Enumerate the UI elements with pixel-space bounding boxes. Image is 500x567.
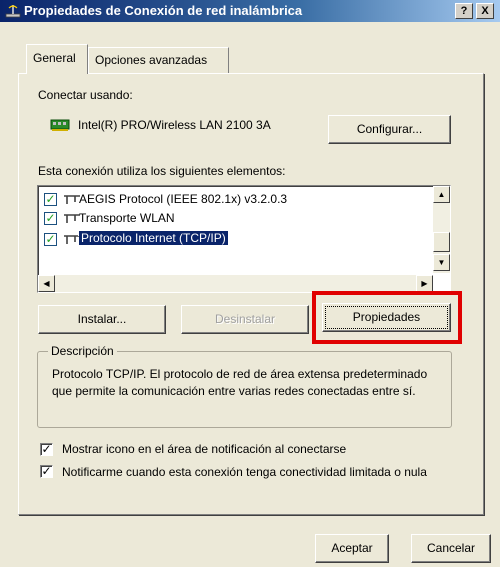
highlight-box xyxy=(312,291,462,344)
close-button[interactable]: X xyxy=(476,3,494,19)
check-icon[interactable]: ✓ xyxy=(44,233,57,246)
description-legend: Descripción xyxy=(48,344,117,358)
list-item-label: Transporte WLAN xyxy=(79,211,175,225)
vertical-scrollbar[interactable]: ▲ ▼ xyxy=(433,186,450,273)
connect-using-label: Conectar usando: xyxy=(38,88,133,102)
cancel-button[interactable]: Cancelar xyxy=(411,534,491,563)
window-title: Propiedades de Conexión de red inalámbri… xyxy=(24,3,303,18)
network-connection-icon xyxy=(5,5,21,18)
components-label: Esta conexión utiliza los siguientes ele… xyxy=(38,164,286,178)
list-item-selected[interactable]: ✓ Protocolo Internet (TCP/IP) xyxy=(42,230,422,248)
scroll-left-icon[interactable]: ◀ xyxy=(38,275,55,292)
scroll-right-icon[interactable]: ▶ xyxy=(416,275,433,292)
scroll-thumb[interactable] xyxy=(433,232,450,252)
components-list[interactable]: ✓ AEGIS Protocol (IEEE 802.1x) v3.2.0.3 … xyxy=(37,185,451,293)
scroll-up-icon[interactable]: ▲ xyxy=(433,186,450,203)
title-bar: Propiedades de Conexión de red inalámbri… xyxy=(0,0,500,22)
list-item-label: Protocolo Internet (TCP/IP) xyxy=(78,230,229,246)
list-item-label: AEGIS Protocol (IEEE 802.1x) v3.2.0.3 xyxy=(79,192,288,206)
tab-general[interactable]: General xyxy=(26,44,88,74)
adapter-name: Intel(R) PRO/Wireless LAN 2100 3A xyxy=(78,118,271,132)
check-icon[interactable]: ✓ xyxy=(44,193,57,206)
properties-dialog: Propiedades de Conexión de red inalámbri… xyxy=(0,0,500,567)
description-text: Protocolo TCP/IP. El protocolo de red de… xyxy=(52,367,428,398)
show-icon-checkbox[interactable]: ✓ xyxy=(40,443,53,456)
horizontal-scrollbar[interactable]: ◀ ▶ xyxy=(38,275,433,292)
show-icon-label: Mostrar icono en el área de notificación… xyxy=(62,442,347,456)
help-button[interactable]: ? xyxy=(455,3,473,19)
tab-advanced-options[interactable]: Opciones avanzadas xyxy=(88,47,229,74)
description-group: Descripción Protocolo TCP/IP. El protoco… xyxy=(37,344,452,428)
ok-button[interactable]: Aceptar xyxy=(315,534,389,563)
check-icon[interactable]: ✓ xyxy=(44,212,57,225)
configure-button[interactable]: Configurar... xyxy=(328,115,451,144)
scroll-down-icon[interactable]: ▼ xyxy=(433,254,450,271)
notify-limited-checkbox[interactable]: ✓ xyxy=(40,465,53,478)
uninstall-button[interactable]: Desinstalar xyxy=(181,305,309,334)
list-item[interactable]: ✓ Transporte WLAN xyxy=(42,210,422,228)
network-adapter-icon xyxy=(50,119,70,131)
install-button[interactable]: Instalar... xyxy=(38,305,166,334)
notify-limited-label: Notificarme cuando esta conexión tenga c… xyxy=(62,465,427,479)
list-item[interactable]: ✓ AEGIS Protocol (IEEE 802.1x) v3.2.0.3 xyxy=(42,191,422,209)
